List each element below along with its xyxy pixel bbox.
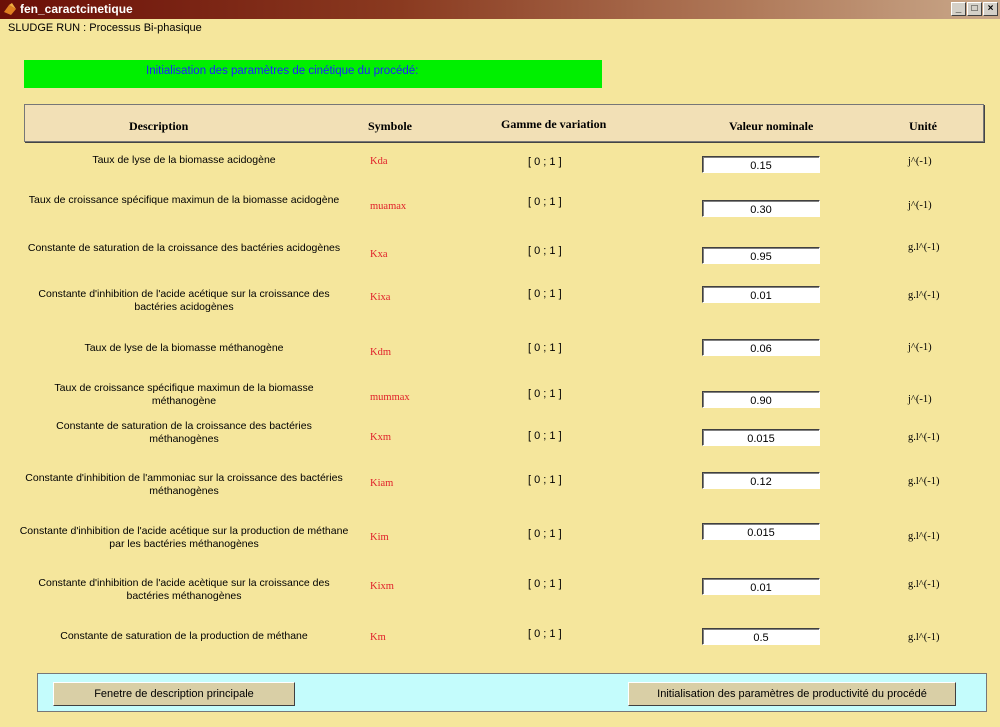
param-description: Constante de saturation de la croissance…	[27, 242, 341, 254]
param-unit: j^(-1)	[908, 200, 932, 211]
param-description: Constante de saturation de la production…	[60, 630, 308, 642]
param-symbol: Kixa	[370, 292, 391, 303]
param-unit: g.l^(-1)	[908, 290, 940, 301]
header-valeur: Valeur nominale	[729, 119, 814, 133]
param-unit: g.l^(-1)	[908, 476, 940, 487]
window-title: fen_caractcinetique	[20, 2, 133, 16]
param-unit: j^(-1)	[908, 342, 932, 353]
param-symbol: Kxa	[370, 249, 388, 260]
param-unit: j^(-1)	[908, 394, 932, 405]
param-description: Constante d'inhibition de l'ammoniac sur…	[25, 472, 343, 497]
param-description: Constante de saturation de la croissance…	[56, 420, 312, 445]
param-range: [ 0 ; 1 ]	[528, 245, 562, 257]
param-description: Taux de croissance spécifique maximun de…	[54, 382, 314, 407]
param-unit: g.l^(-1)	[908, 579, 940, 590]
param-symbol: Kxm	[370, 432, 391, 443]
table-header: Description Symbole Gamme de variation V…	[24, 104, 984, 142]
banner-text: Initialisation des paramètres de cinétiq…	[146, 65, 419, 77]
param-value-field[interactable]: 0.90	[702, 391, 820, 408]
param-description: Constante d'inhibition de l'acide acètiq…	[38, 577, 330, 602]
param-symbol: Km	[370, 632, 386, 643]
param-symbol: Kim	[370, 532, 389, 543]
param-value-field[interactable]: 0.15	[702, 156, 820, 173]
param-range: [ 0 ; 1 ]	[528, 156, 562, 168]
param-range: [ 0 ; 1 ]	[528, 342, 562, 354]
param-symbol: Kda	[370, 156, 388, 167]
param-description: Constante d'inhibition de l'acide acétiq…	[19, 525, 349, 550]
window-controls: _ □ ×	[951, 2, 998, 16]
param-value-field[interactable]: 0.01	[702, 578, 820, 595]
param-description: Taux de croissance spécifique maximun de…	[28, 194, 340, 206]
window-titlebar: fen_caractcinetique _ □ ×	[0, 0, 1000, 19]
param-symbol: Kdm	[370, 347, 391, 358]
param-range: [ 0 ; 1 ]	[528, 196, 562, 208]
minimize-icon[interactable]: _	[951, 2, 966, 16]
section-banner: Initialisation des paramètres de cinétiq…	[24, 60, 602, 88]
close-icon[interactable]: ×	[983, 2, 998, 16]
param-value-field[interactable]: 0.95	[702, 247, 820, 264]
param-value-field[interactable]: 0.01	[702, 286, 820, 303]
param-value-field[interactable]: 0.015	[702, 523, 820, 540]
param-unit: g.l^(-1)	[908, 242, 940, 253]
param-description: Taux de lyse de la biomasse acidogène	[92, 154, 276, 166]
param-range: [ 0 ; 1 ]	[528, 430, 562, 442]
param-value-field[interactable]: 0.30	[702, 200, 820, 217]
footer-panel: Fenetre de description principale Initia…	[37, 673, 987, 712]
header-unite: Unité	[909, 119, 937, 133]
param-symbol: mummax	[370, 392, 410, 403]
param-value-field[interactable]: 0.5	[702, 628, 820, 645]
param-range: [ 0 ; 1 ]	[528, 474, 562, 486]
param-range: [ 0 ; 1 ]	[528, 388, 562, 400]
param-unit: g.l^(-1)	[908, 531, 940, 542]
productivity-init-button[interactable]: Initialisation des paramètres de product…	[628, 682, 956, 706]
maximize-icon[interactable]: □	[967, 2, 982, 16]
param-value-field[interactable]: 0.015	[702, 429, 820, 446]
app-subtitle: SLUDGE RUN : Processus Bi-phasique	[8, 22, 202, 34]
param-symbol: muamax	[370, 201, 407, 212]
header-gamme: Gamme de variation	[501, 117, 607, 131]
header-description: Description	[129, 119, 189, 133]
matlab-icon	[4, 3, 16, 15]
param-symbol: Kixm	[370, 581, 394, 592]
param-symbol: Kiam	[370, 478, 394, 489]
param-description: Taux de lyse de la biomasse méthanogène	[84, 342, 284, 354]
param-value-field[interactable]: 0.12	[702, 472, 820, 489]
param-range: [ 0 ; 1 ]	[528, 528, 562, 540]
main-description-button[interactable]: Fenetre de description principale	[53, 682, 295, 706]
param-range: [ 0 ; 1 ]	[528, 628, 562, 640]
param-value-field[interactable]: 0.06	[702, 339, 820, 356]
param-unit: j^(-1)	[908, 156, 932, 167]
param-unit: g.l^(-1)	[908, 632, 940, 643]
header-symbole: Symbole	[368, 119, 413, 133]
param-description: Constante d'inhibition de l'acide acétiq…	[38, 288, 330, 313]
param-range: [ 0 ; 1 ]	[528, 578, 562, 590]
figure-name-bar: SLUDGE RUN : Processus Bi-phasique	[0, 19, 1000, 38]
param-unit: g.l^(-1)	[908, 432, 940, 443]
param-range: [ 0 ; 1 ]	[528, 288, 562, 300]
